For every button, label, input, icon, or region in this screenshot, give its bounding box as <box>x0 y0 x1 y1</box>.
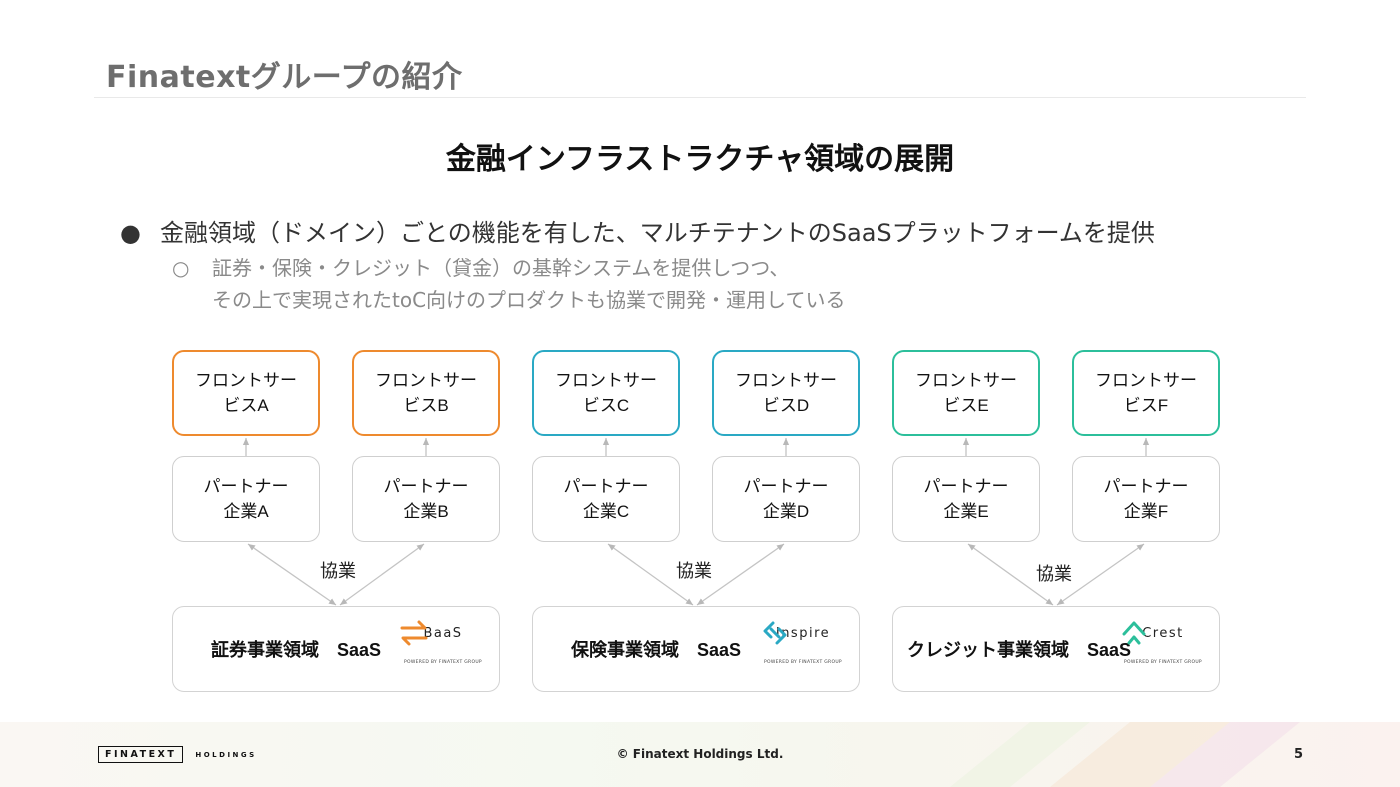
front-service-a-line2: ビスA <box>223 396 269 415</box>
saas-credit-label: クレジット事業領域 SaaS <box>907 639 1132 660</box>
partner-b-line1: パートナー <box>383 477 469 496</box>
saas-credit: クレジット事業領域 SaaS Crest POWERED BY FINATEXT… <box>892 606 1220 692</box>
partner-c-line1: パートナー <box>563 477 649 496</box>
inspire-logo: Inspire POWERED BY FINATEXT GROUP <box>759 619 847 685</box>
collab-label-insurance: 協業 <box>676 561 712 582</box>
exchange-arrows-icon <box>400 620 428 646</box>
partner-c-line2: 企業C <box>582 502 630 521</box>
front-service-f: フロントサー ビスF <box>1072 350 1220 436</box>
partner-d-line1: パートナー <box>743 477 829 496</box>
front-service-c-line2: ビスC <box>582 396 630 415</box>
partner-d-line2: 企業D <box>762 502 810 521</box>
baas-logo: BaaS POWERED BY FINATEXT GROUP <box>399 619 487 685</box>
partner-e-line2: 企業E <box>943 502 989 521</box>
front-service-e-line1: フロントサー <box>915 371 1017 390</box>
partner-c: パートナー企業C <box>532 456 680 542</box>
front-service-f-line1: フロントサー <box>1095 371 1197 390</box>
partner-f: パートナー企業F <box>1072 456 1220 542</box>
partner-f-line1: パートナー <box>1103 477 1189 496</box>
front-service-b: フロントサー ビスB <box>352 350 500 436</box>
partner-b-line2: 企業B <box>403 502 449 521</box>
front-service-b-line1: フロントサー <box>375 371 477 390</box>
front-service-d-line2: ビスD <box>762 396 810 415</box>
page-number: 5 <box>1294 747 1304 762</box>
front-service-e-line2: ビスE <box>943 396 989 415</box>
partner-f-line2: 企業F <box>1123 502 1169 521</box>
baas-logo-tagline: POWERED BY FINATEXT GROUP <box>404 660 482 665</box>
crest-logo: Crest POWERED BY FINATEXT GROUP <box>1119 619 1207 685</box>
partner-e-line1: パートナー <box>923 477 1009 496</box>
saas-insurance-label: 保険事業領域 SaaS <box>571 639 742 660</box>
partner-a-line2: 企業A <box>223 502 269 521</box>
front-service-e: フロントサー ビスE <box>892 350 1040 436</box>
crest-logo-tagline: POWERED BY FINATEXT GROUP <box>1124 660 1202 665</box>
partner-a: パートナー企業A <box>172 456 320 542</box>
partner-d: パートナー企業D <box>712 456 860 542</box>
partner-e: パートナー企業E <box>892 456 1040 542</box>
front-service-c: フロントサー ビスC <box>532 350 680 436</box>
front-service-a-line1: フロントサー <box>195 371 297 390</box>
collab-label-credit: 協業 <box>1036 564 1072 585</box>
collab-label-securities: 協業 <box>320 561 356 582</box>
partner-b: パートナー企業B <box>352 456 500 542</box>
saas-securities: 証券事業領域 SaaS BaaS POWERED BY FINATEXT GRO… <box>172 606 500 692</box>
saas-structure-diagram: フロントサー ビスA フロントサー ビスB フロントサー ビスC フロントサー ビスD … <box>0 0 1400 787</box>
saas-securities-label: 証券事業領域 SaaS <box>211 639 382 660</box>
copyright: © Finatext Holdings Ltd. <box>616 747 784 761</box>
partner-a-line1: パートナー <box>203 477 289 496</box>
front-service-f-line2: ビスF <box>1123 396 1169 415</box>
front-service-d-line1: フロントサー <box>735 371 837 390</box>
front-service-a: フロントサー ビスA <box>172 350 320 436</box>
peak-caret-icon <box>1122 621 1146 645</box>
linked-chevrons-icon <box>763 621 787 645</box>
inspire-logo-tagline: POWERED BY FINATEXT GROUP <box>764 660 842 665</box>
front-service-d: フロントサー ビスD <box>712 350 860 436</box>
front-service-b-line2: ビスB <box>403 396 449 415</box>
front-service-c-line1: フロントサー <box>555 371 657 390</box>
saas-insurance: 保険事業領域 SaaS Inspire POWERED BY FINATEXT … <box>532 606 860 692</box>
